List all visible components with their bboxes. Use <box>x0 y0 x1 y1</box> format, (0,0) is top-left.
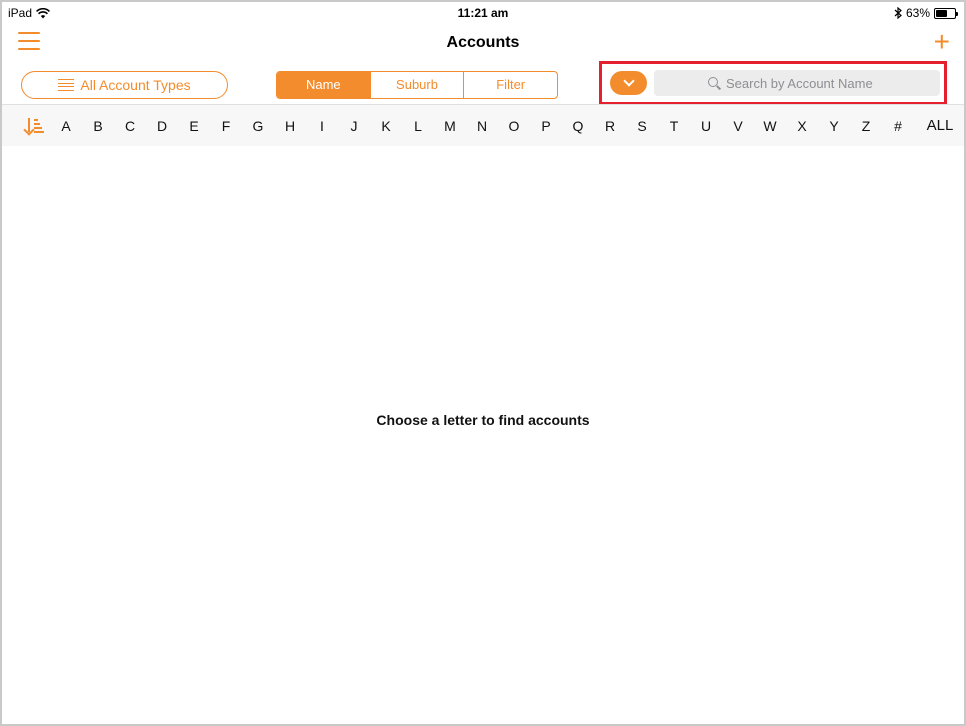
letter-h[interactable]: H <box>274 118 306 134</box>
battery-icon <box>934 7 958 19</box>
letter-j[interactable]: J <box>338 118 370 134</box>
letter-y[interactable]: Y <box>818 118 850 134</box>
letter-v[interactable]: V <box>722 118 754 134</box>
status-right: 63% <box>894 6 958 20</box>
segment-name[interactable]: Name <box>277 72 370 98</box>
empty-state-message: Choose a letter to find accounts <box>376 412 590 428</box>
letter-x[interactable]: X <box>786 118 818 134</box>
account-types-button[interactable]: All Account Types <box>21 71 228 99</box>
nav-bar: Accounts + <box>2 24 964 62</box>
account-types-label: All Account Types <box>80 77 191 93</box>
letter-t[interactable]: T <box>658 118 690 134</box>
toolbar: All Account Types Name Suburb Filter <box>2 61 964 105</box>
letter-a[interactable]: A <box>50 118 82 134</box>
bluetooth-icon <box>894 7 902 19</box>
search-icon <box>708 77 720 89</box>
chevron-down-icon <box>622 75 635 87</box>
letter-g[interactable]: G <box>242 118 274 134</box>
letter-q[interactable]: Q <box>562 118 594 134</box>
letter-b[interactable]: B <box>82 118 114 134</box>
letter-d[interactable]: D <box>146 118 178 134</box>
letter-l[interactable]: L <box>402 118 434 134</box>
letter-list: A B C D E F G H I J K L M N O P Q R S T U V W X Y Z # ALL <box>50 117 964 134</box>
search-highlight-box <box>599 61 947 105</box>
segment-suburb[interactable]: Suburb <box>369 72 464 98</box>
letter-o[interactable]: O <box>498 118 530 134</box>
letter-k[interactable]: K <box>370 118 402 134</box>
letter-z[interactable]: Z <box>850 118 882 134</box>
sort-icon[interactable] <box>24 116 44 136</box>
search-mode-segmented-control: Name Suburb Filter <box>276 71 558 99</box>
letter-hash[interactable]: # <box>882 118 914 134</box>
letter-w[interactable]: W <box>754 118 786 134</box>
battery-percent: 63% <box>905 6 930 20</box>
status-bar: iPad 11:21 am 63% <box>2 2 964 24</box>
status-time: 11:21 am <box>457 6 509 20</box>
letter-r[interactable]: R <box>594 118 626 134</box>
letter-p[interactable]: P <box>530 118 562 134</box>
letter-n[interactable]: N <box>466 118 498 134</box>
letter-i[interactable]: I <box>306 118 338 134</box>
app-frame: iPad 11:21 am 63% Accounts + All Account… <box>0 0 966 726</box>
letter-e[interactable]: E <box>178 118 210 134</box>
list-icon <box>58 79 75 91</box>
page-title: Accounts <box>446 34 520 51</box>
letter-s[interactable]: S <box>626 118 658 134</box>
letter-f[interactable]: F <box>210 118 242 134</box>
letter-all[interactable]: ALL <box>916 117 964 134</box>
letter-c[interactable]: C <box>114 118 146 134</box>
letter-u[interactable]: U <box>690 118 722 134</box>
alphabet-bar: A B C D E F G H I J K L M N O P Q R S T U V W X Y Z # ALL <box>2 104 964 146</box>
add-account-button[interactable]: + <box>934 28 950 56</box>
letter-m[interactable]: M <box>434 118 466 134</box>
segment-filter[interactable]: Filter <box>463 72 557 98</box>
search-dropdown-button[interactable] <box>610 71 647 95</box>
search-input[interactable] <box>726 75 886 91</box>
battery-fill <box>936 9 948 17</box>
search-box[interactable] <box>654 70 940 96</box>
